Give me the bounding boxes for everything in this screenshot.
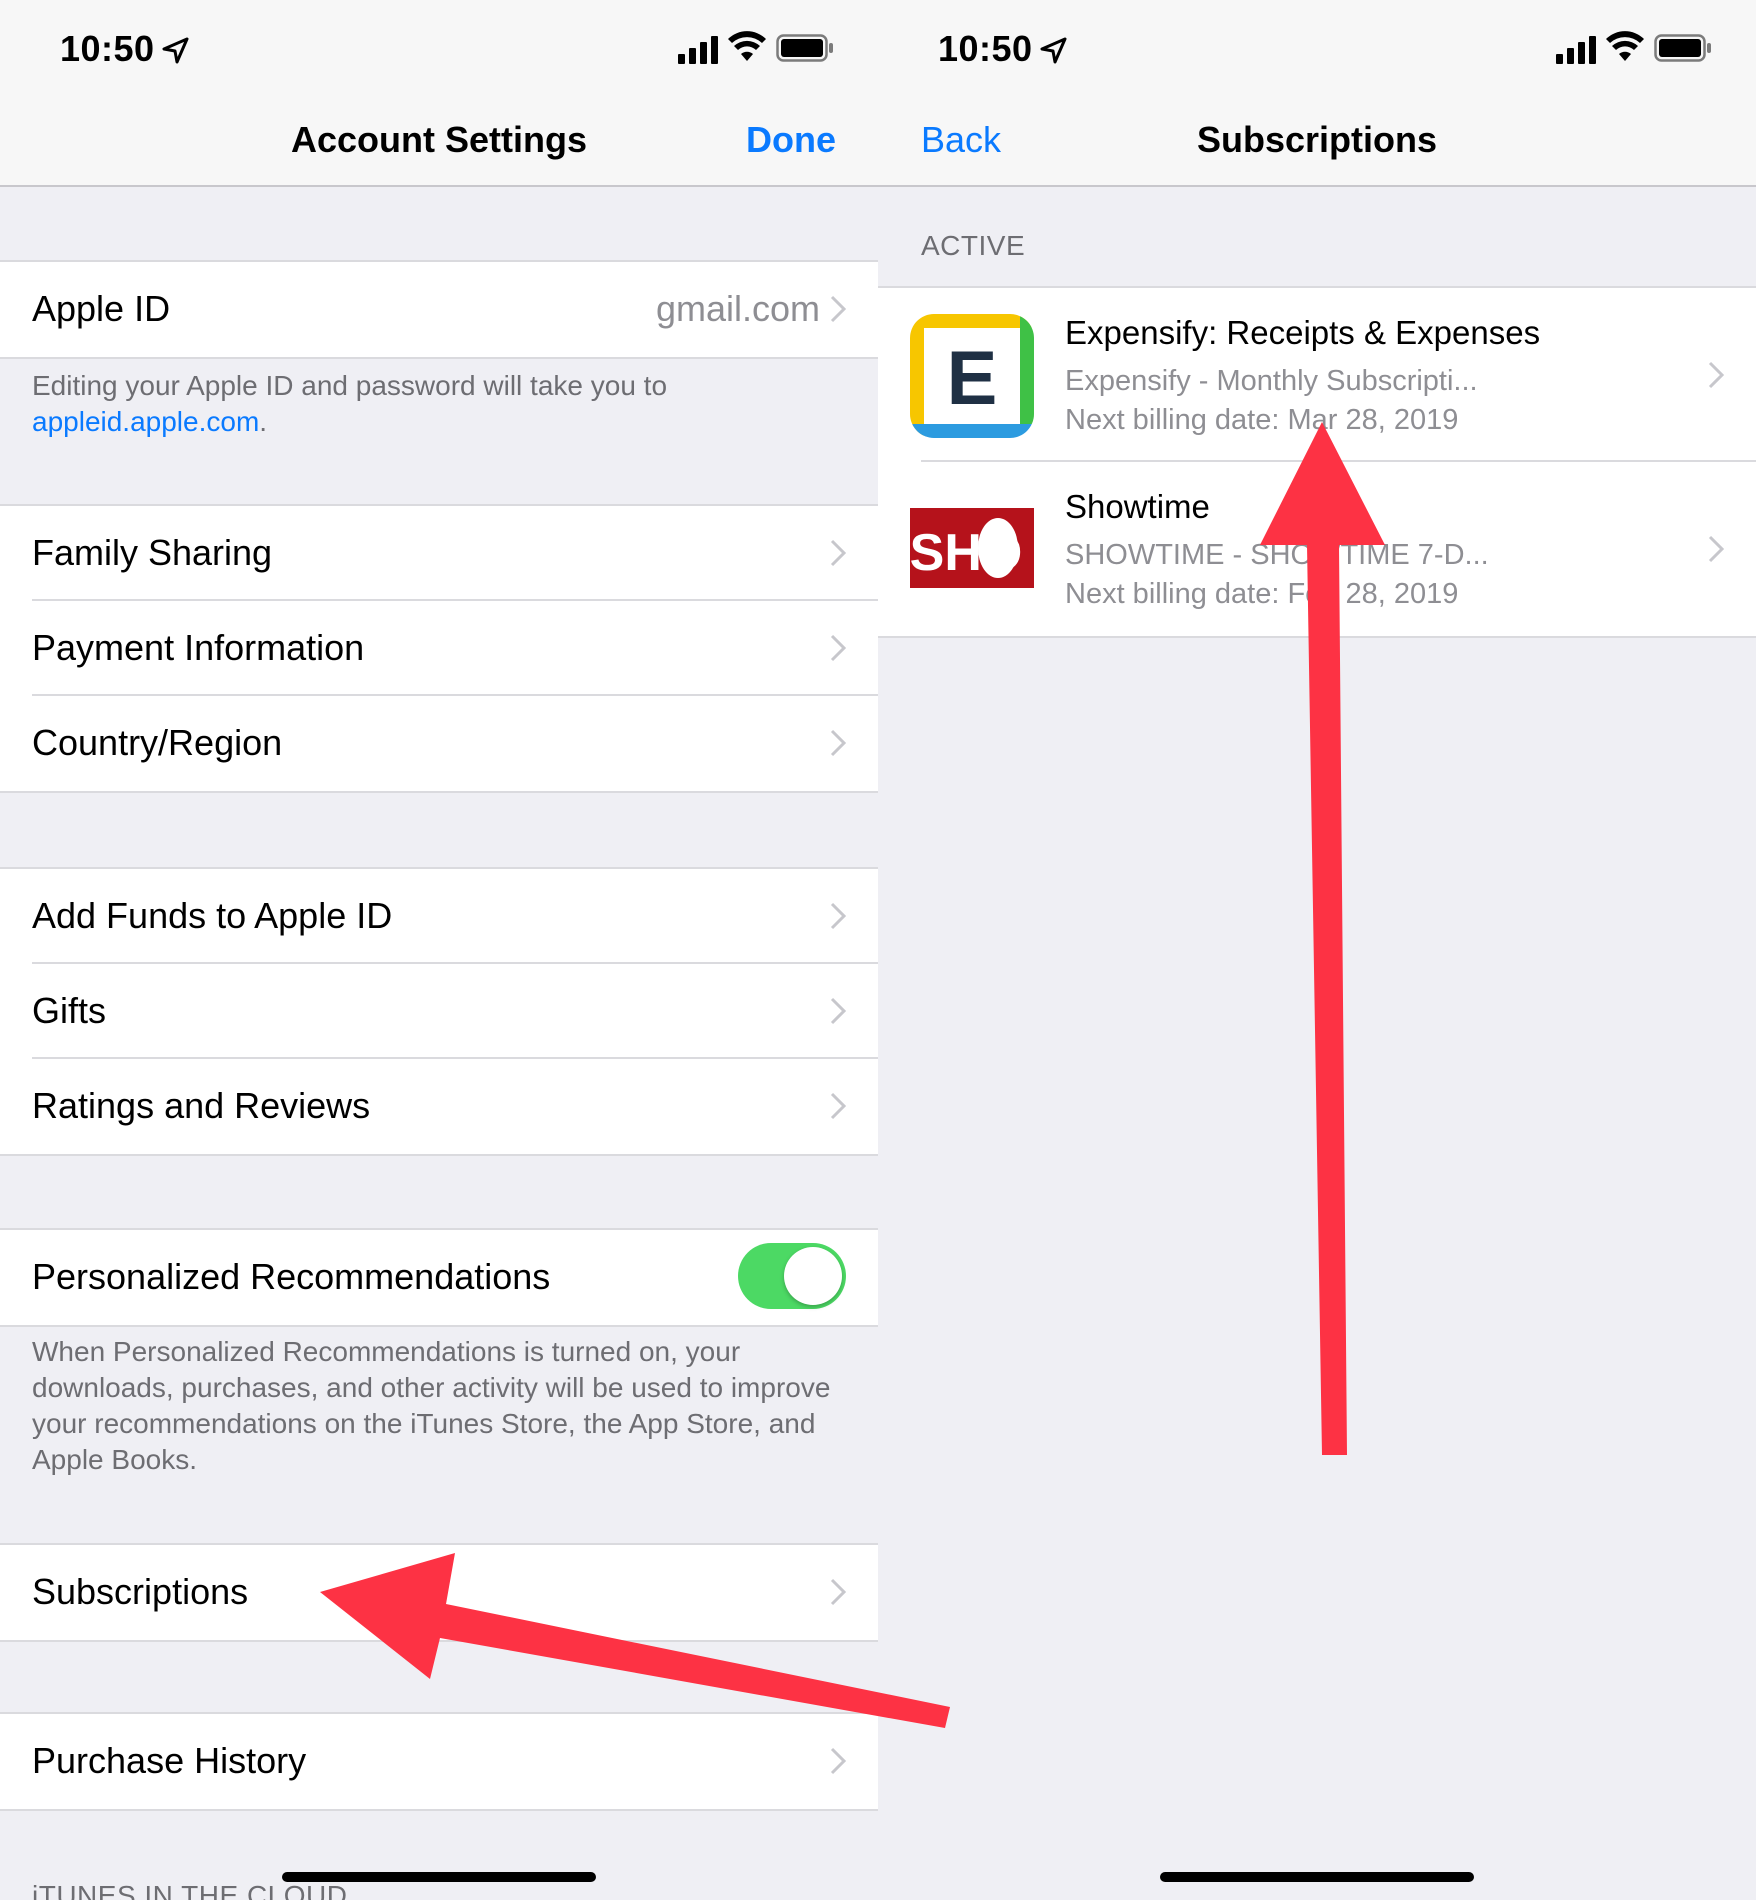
subscription-billing-date: Next billing date: Feb 28, 2019 bbox=[1065, 578, 1459, 610]
apple-id-label: Apple ID bbox=[32, 288, 171, 329]
gifts-label: Gifts bbox=[32, 990, 107, 1031]
status-bar: 10:50 bbox=[878, 0, 1756, 95]
battery-icon bbox=[776, 34, 833, 62]
location-arrow-icon bbox=[1040, 37, 1067, 64]
chevron-right-icon bbox=[1708, 535, 1724, 563]
showtime-icon: SHO bbox=[910, 508, 1034, 588]
personalized-recommendations-label: Personalized Recommendations bbox=[32, 1256, 551, 1297]
ratings-reviews-row[interactable]: Ratings and Reviews bbox=[0, 1059, 878, 1154]
status-time: 10:50 bbox=[60, 28, 155, 69]
navigation-bar: Account Settings Done bbox=[0, 95, 878, 187]
apple-id-value: gmail.com bbox=[655, 288, 820, 329]
active-subscriptions-list: E Expensify: Receipts & Expenses Expensi… bbox=[878, 286, 1756, 638]
svg-text:E: E bbox=[947, 336, 998, 421]
status-time: 10:50 bbox=[938, 28, 1033, 69]
chevron-right-icon bbox=[830, 295, 846, 323]
ratings-reviews-label: Ratings and Reviews bbox=[32, 1085, 371, 1126]
country-region-label: Country/Region bbox=[32, 722, 283, 763]
subscription-item-showtime[interactable]: SHO Showtime SHOWTIME - SHOWTIME 7-D... … bbox=[878, 462, 1756, 636]
cellular-signal-icon bbox=[678, 36, 718, 64]
subscription-title: Expensify: Receipts & Expenses bbox=[1065, 314, 1541, 351]
personalized-group: Personalized Recommendations bbox=[0, 1228, 878, 1327]
chevron-right-icon bbox=[830, 539, 846, 567]
subscription-item-expensify[interactable]: E Expensify: Receipts & Expenses Expensi… bbox=[878, 288, 1756, 462]
cellular-signal-icon bbox=[1556, 36, 1596, 64]
appleid-link[interactable]: appleid.apple.com bbox=[32, 406, 259, 437]
apple-id-row[interactable]: Apple ID gmail.com bbox=[0, 262, 878, 357]
active-section-header: ACTIVE bbox=[921, 230, 1026, 261]
subscriptions-group: Subscriptions bbox=[0, 1543, 878, 1642]
add-funds-label: Add Funds to Apple ID bbox=[32, 895, 393, 936]
battery-icon bbox=[1654, 34, 1711, 62]
page-title: Subscriptions bbox=[1196, 119, 1438, 160]
wifi-icon bbox=[728, 31, 766, 61]
chevron-right-icon bbox=[830, 729, 846, 757]
gifts-row[interactable]: Gifts bbox=[0, 964, 878, 1059]
location-arrow-icon bbox=[162, 37, 189, 64]
personalized-footer: When Personalized Recommendations is tur… bbox=[32, 1336, 831, 1475]
status-bar: 10:50 bbox=[0, 0, 878, 95]
account-group-1: Family Sharing Payment Information Count… bbox=[0, 504, 878, 793]
wifi-icon bbox=[1606, 31, 1644, 61]
personalized-recommendations-row: Personalized Recommendations bbox=[0, 1230, 878, 1325]
family-sharing-label: Family Sharing bbox=[32, 532, 273, 573]
purchase-history-group: Purchase History bbox=[0, 1712, 878, 1811]
chevron-right-icon bbox=[830, 634, 846, 662]
apple-id-group: Apple ID gmail.com bbox=[0, 260, 878, 359]
payment-information-row[interactable]: Payment Information bbox=[0, 601, 878, 696]
chevron-right-icon bbox=[1708, 361, 1724, 389]
family-sharing-row[interactable]: Family Sharing bbox=[0, 506, 878, 601]
purchase-history-row[interactable]: Purchase History bbox=[0, 1714, 878, 1809]
chevron-right-icon bbox=[830, 1092, 846, 1120]
showtime-icon-text: SHO bbox=[910, 524, 1022, 582]
footer-period: . bbox=[259, 406, 268, 437]
payment-information-label: Payment Information bbox=[32, 627, 365, 668]
personalized-recommendations-toggle[interactable] bbox=[738, 1243, 846, 1309]
expensify-icon: E bbox=[910, 314, 1034, 438]
home-indicator[interactable] bbox=[1160, 1872, 1474, 1882]
home-indicator[interactable] bbox=[282, 1872, 596, 1882]
subscription-detail: SHOWTIME - SHOWTIME 7-D... bbox=[1065, 539, 1489, 571]
itunes-cloud-header: iTUNES IN THE CLOUD bbox=[32, 1880, 348, 1900]
navigation-bar: Back Subscriptions bbox=[878, 95, 1756, 187]
subscription-detail: Expensify - Monthly Subscripti... bbox=[1065, 365, 1478, 397]
account-settings-screen: 10:50 Account Settings Done Apple ID gma… bbox=[0, 0, 878, 1900]
toggle-knob bbox=[784, 1247, 842, 1305]
apple-id-footer-text: Editing your Apple ID and password will … bbox=[32, 370, 668, 401]
country-region-row[interactable]: Country/Region bbox=[0, 696, 878, 791]
subscriptions-row[interactable]: Subscriptions bbox=[0, 1545, 878, 1640]
subscription-title: Showtime bbox=[1065, 488, 1210, 525]
subscriptions-label: Subscriptions bbox=[32, 1571, 249, 1612]
chevron-right-icon bbox=[830, 997, 846, 1025]
apple-id-footer: Editing your Apple ID and password will … bbox=[32, 368, 838, 440]
chevron-right-icon bbox=[830, 1578, 846, 1606]
add-funds-row[interactable]: Add Funds to Apple ID bbox=[0, 869, 878, 964]
chevron-right-icon bbox=[830, 1747, 846, 1775]
done-button[interactable]: Done bbox=[746, 119, 836, 161]
purchase-history-label: Purchase History bbox=[32, 1740, 307, 1781]
account-group-2: Add Funds to Apple ID Gifts Ratings and … bbox=[0, 867, 878, 1156]
subscriptions-screen: 10:50 Back Subscriptions ACTIVE E Expens… bbox=[878, 0, 1756, 1900]
chevron-right-icon bbox=[830, 902, 846, 930]
subscription-billing-date: Next billing date: Mar 28, 2019 bbox=[1065, 404, 1459, 436]
